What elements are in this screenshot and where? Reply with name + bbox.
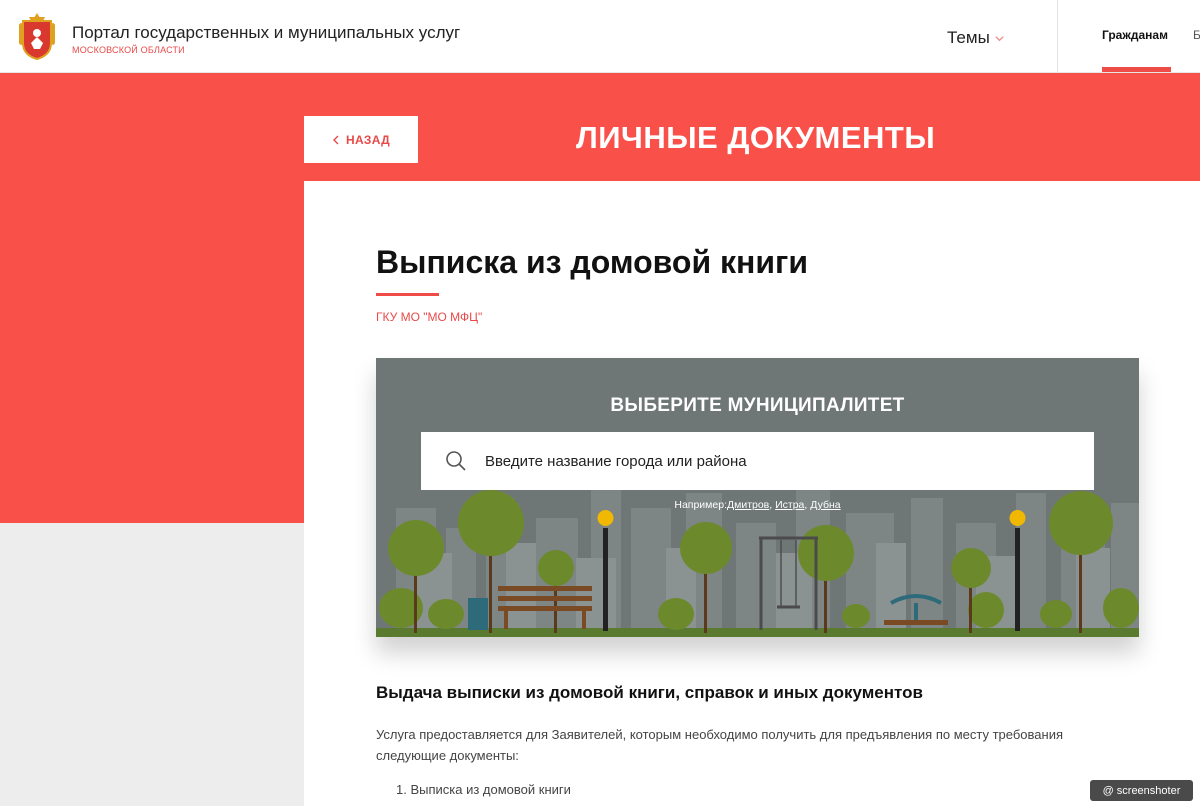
- document-list-item: 1. Выписка из домовой книги: [396, 782, 571, 797]
- themes-label: Темы: [947, 28, 990, 47]
- watermark-label: screenshoter: [1116, 784, 1181, 797]
- nav-business[interactable]: Б: [1193, 28, 1200, 42]
- section-title: ЛИЧНЫЕ ДОКУМЕНТЫ: [576, 120, 936, 155]
- municipality-search[interactable]: [421, 432, 1094, 490]
- site-header: Портал государственных и муниципальных у…: [0, 0, 1200, 73]
- municipality-selector: ВЫБЕРИТЕ МУНИЦИПАЛИТЕТ Например:Дмитров,…: [376, 358, 1139, 637]
- search-icon: [446, 451, 466, 471]
- example-link-dmitrov[interactable]: Дмитров: [727, 499, 769, 511]
- back-button[interactable]: НАЗАД: [304, 116, 418, 163]
- municipality-search-input[interactable]: [485, 452, 1065, 470]
- provider-link[interactable]: ГКУ МО "МО МФЦ": [376, 310, 482, 324]
- header-divider: [1057, 0, 1058, 73]
- content-heading: Выдача выписки из домовой книги, справок…: [376, 683, 923, 702]
- examples-prefix: Например:: [674, 499, 727, 511]
- title-underline: [376, 293, 439, 296]
- chevron-left-icon: [332, 135, 339, 144]
- themes-dropdown[interactable]: Темы: [947, 28, 1005, 48]
- municipality-heading: ВЫБЕРИТЕ МУНИЦИПАЛИТЕТ: [610, 395, 905, 416]
- content-description: Услуга предоставляется для Заявителей, к…: [376, 727, 1064, 763]
- screenshoter-watermark: @ screenshoter: [1090, 780, 1193, 801]
- active-nav-indicator: [1102, 67, 1171, 72]
- page-title: Выписка из домовой книги: [376, 244, 809, 280]
- portal-title[interactable]: Портал государственных и муниципальных у…: [72, 23, 460, 43]
- at-icon: @: [1102, 784, 1114, 797]
- example-link-dubna[interactable]: Дубна: [810, 499, 840, 511]
- nav-citizens[interactable]: Гражданам: [1102, 28, 1168, 42]
- moscow-region-coat-of-arms-icon[interactable]: [17, 11, 57, 61]
- example-link-istra[interactable]: Истра: [775, 499, 804, 511]
- portal-subtitle: МОСКОВСКОЙ ОБЛАСТИ: [72, 45, 185, 55]
- back-button-label: НАЗАД: [345, 132, 390, 147]
- chevron-down-icon: [995, 35, 1004, 41]
- search-examples: Например:Дмитров, Истра, Дубна: [674, 499, 841, 511]
- banner-side-panel: [0, 181, 304, 523]
- main-content: Выписка из домовой книги ГКУ МО "МО МФЦ": [304, 181, 1200, 806]
